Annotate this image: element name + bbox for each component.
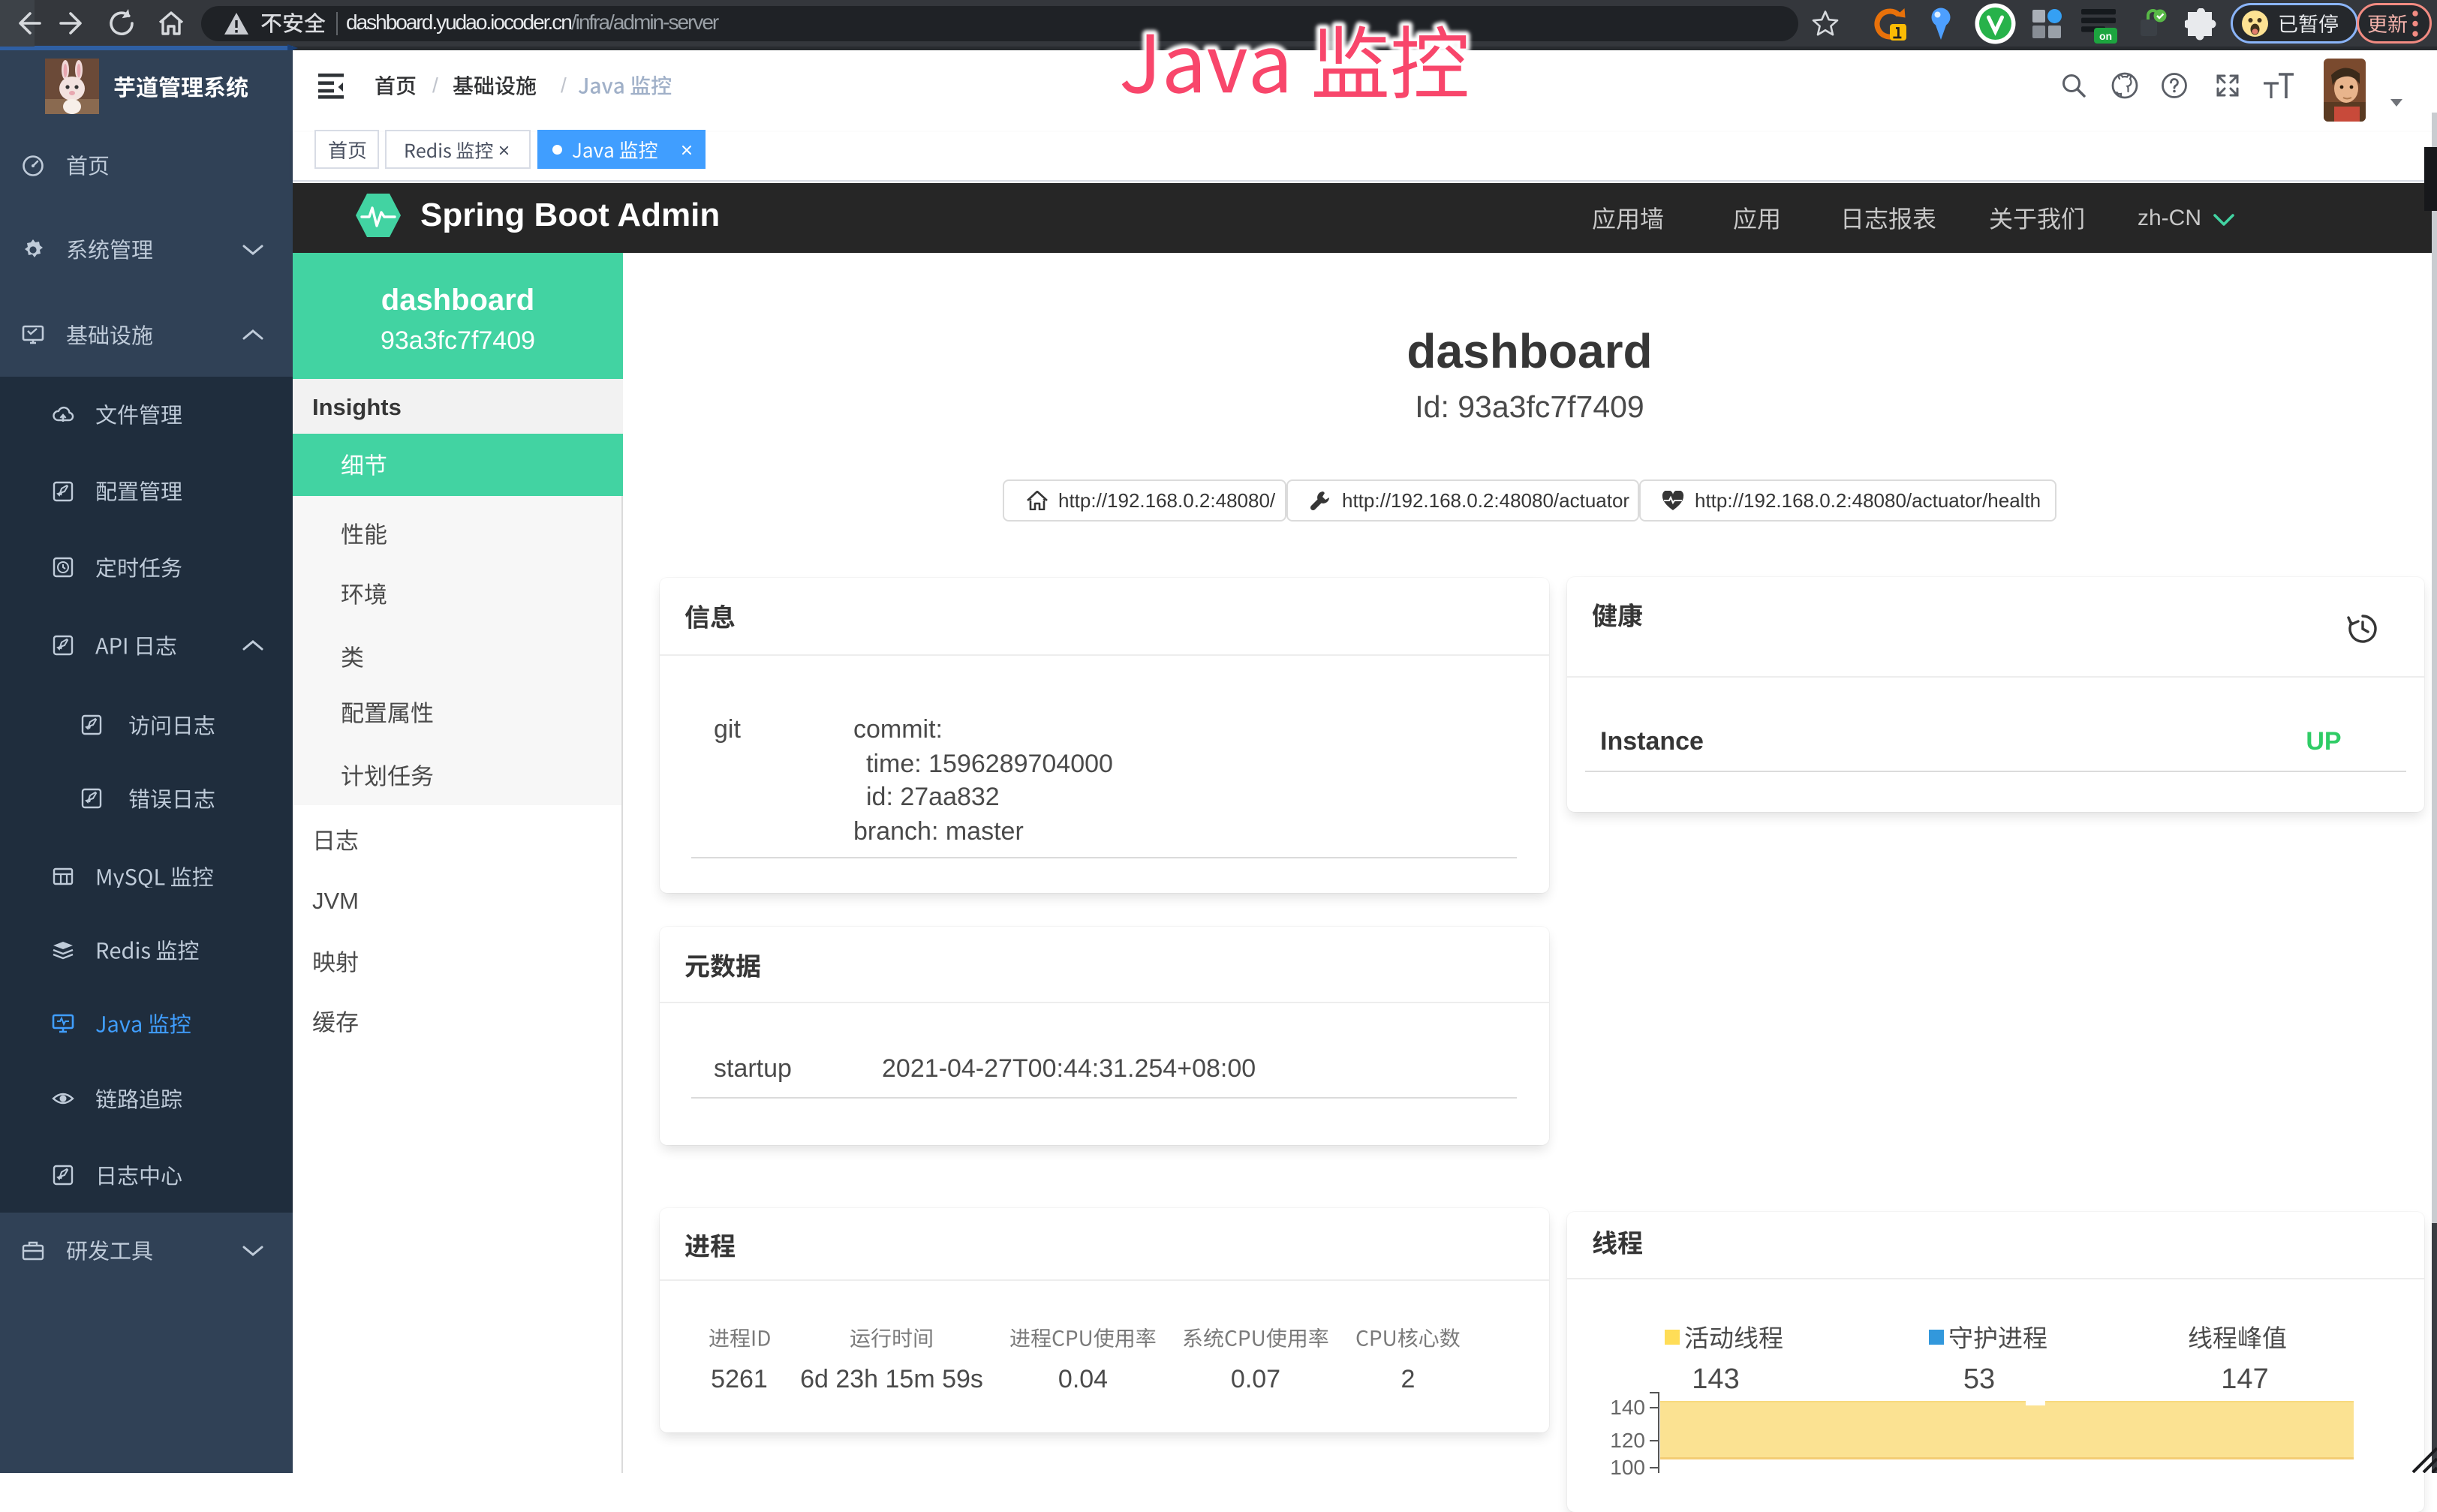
svg-text:on: on (2099, 30, 2112, 42)
